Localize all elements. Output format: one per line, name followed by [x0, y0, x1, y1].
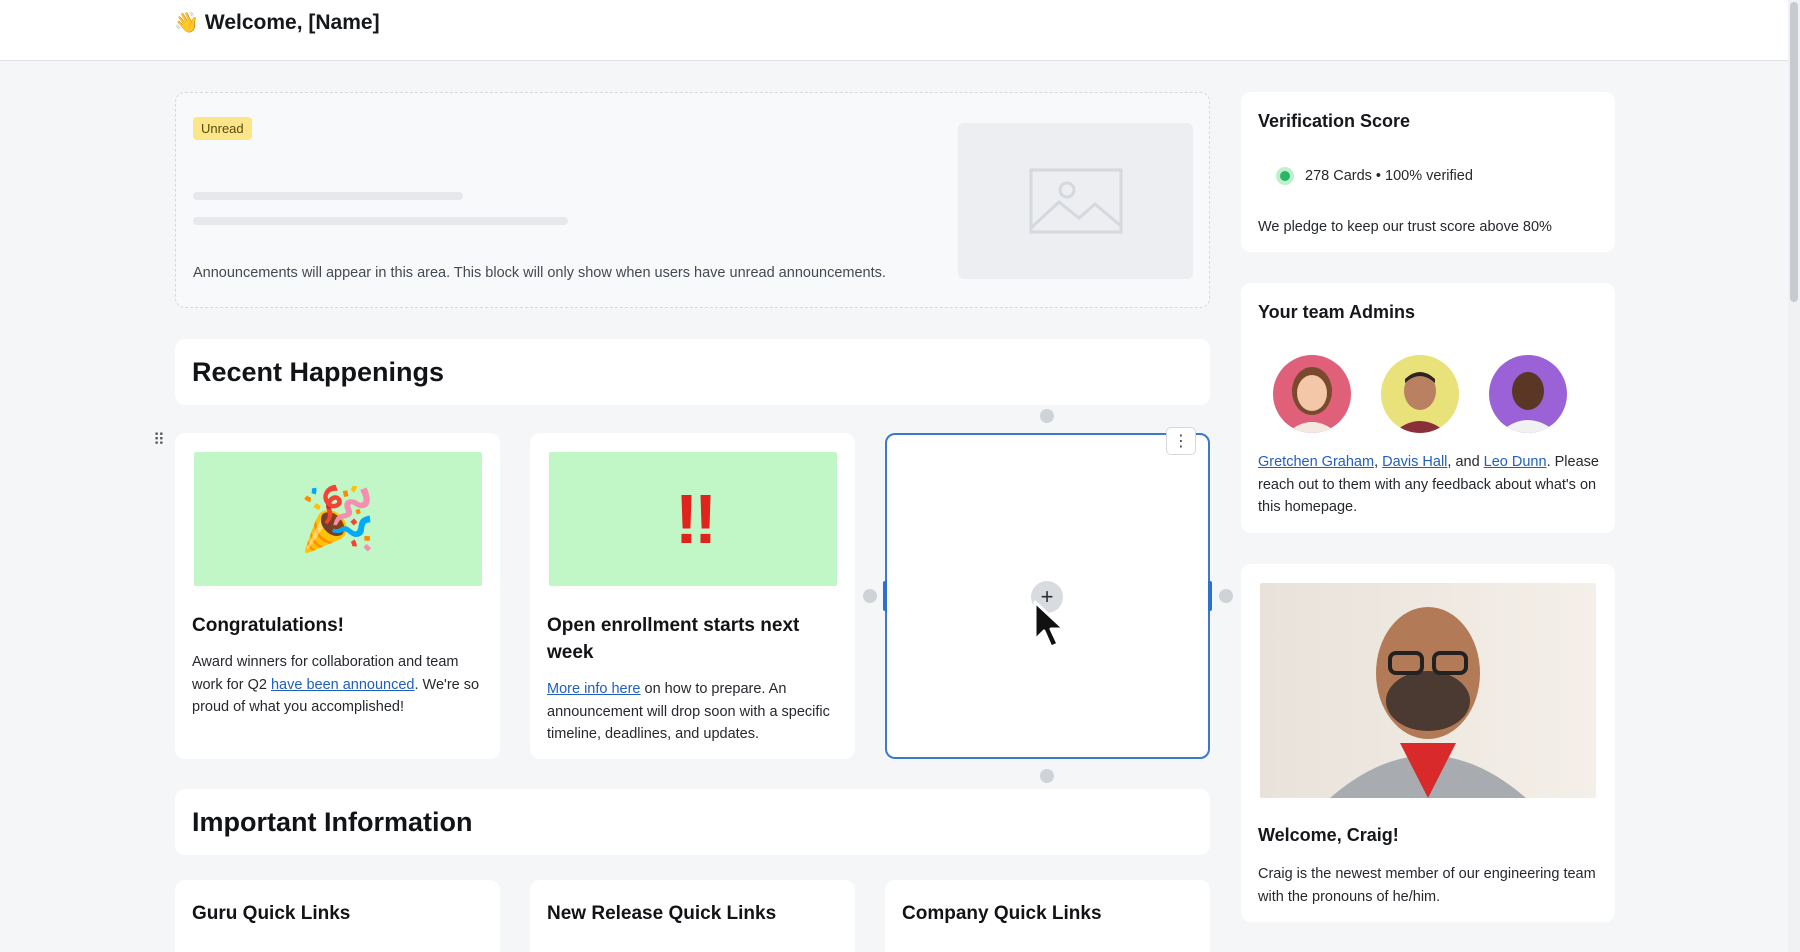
admins-description: Gretchen Graham, Davis Hall, and Leo Dun… — [1258, 454, 1599, 515]
card-title: Your team Admins — [1258, 302, 1416, 322]
more-info-link[interactable]: More info here — [547, 681, 641, 697]
card-body: More info here on how to prepare. An ann… — [547, 681, 830, 742]
trust-pledge: We pledge to keep our trust score above … — [1258, 219, 1552, 235]
resize-bar-left[interactable] — [883, 581, 887, 611]
party-popper-icon: 🎉 — [194, 452, 482, 586]
resize-bar-right[interactable] — [1208, 581, 1212, 611]
recent-happenings-header: Recent Happenings — [175, 339, 1210, 405]
resize-handle-bottom[interactable] — [1040, 769, 1054, 783]
resize-handle-left[interactable] — [863, 589, 877, 603]
card-title: Congratulations! — [192, 615, 344, 636]
avatar-gretchen-graham[interactable] — [1273, 355, 1351, 433]
skeleton-line — [193, 192, 463, 200]
scrollbar-thumb[interactable] — [1790, 2, 1798, 302]
section-title: Important Information — [192, 807, 473, 837]
waving-hand-icon: 👋 — [174, 12, 199, 34]
page-title-text: Welcome, [Name] — [204, 10, 380, 34]
card-title: Welcome, Craig! — [1258, 825, 1399, 845]
section-title: Recent Happenings — [192, 357, 445, 387]
unread-badge: Unread — [193, 117, 252, 140]
welcome-new-member-card: Welcome, Craig! Craig is the newest memb… — [1241, 564, 1615, 922]
card-title: New Release Quick Links — [547, 903, 777, 924]
admin-link-leo-dunn[interactable]: Leo Dunn — [1484, 454, 1547, 470]
announcement-note: Announcements will appear in this area. … — [193, 265, 886, 281]
admin-link-gretchen-graham[interactable]: Gretchen Graham — [1258, 454, 1374, 470]
avatar-leo-dunn[interactable] — [1489, 355, 1567, 433]
quick-links-card[interactable]: Guru Quick Links — [175, 880, 500, 952]
card-body: Award winners for collaboration and team… — [192, 654, 480, 715]
happening-card[interactable]: 🎉 Congratulations! Award winners for col… — [175, 433, 500, 759]
craig-photo — [1260, 583, 1596, 798]
quick-links-card[interactable]: Company Quick Links — [885, 880, 1210, 952]
scrollbar[interactable] — [1788, 0, 1800, 952]
card-title: Company Quick Links — [902, 903, 1102, 924]
empty-card-slot[interactable]: ⋮ + — [885, 427, 1210, 759]
skeleton-line — [193, 217, 568, 225]
top-bar: 👋 Welcome, [Name] — [0, 0, 1800, 61]
verification-status: 278 Cards • 100% verified — [1305, 168, 1473, 184]
welcome-body: Craig is the newest member of our engine… — [1258, 866, 1596, 905]
mouse-cursor-icon — [1032, 600, 1068, 657]
drag-handle-icon[interactable]: ⠿ — [153, 430, 165, 450]
image-placeholder-icon — [958, 123, 1193, 279]
happening-card[interactable]: ‼ Open enrollment starts next week More … — [530, 433, 855, 759]
more-options-icon[interactable]: ⋮ — [1166, 427, 1196, 455]
admin-link-davis-hall[interactable]: Davis Hall — [1382, 454, 1447, 470]
announced-link[interactable]: have been announced — [271, 677, 415, 693]
announcement-block[interactable]: Unread Announcements will appear in this… — [175, 92, 1210, 308]
team-admins-card: Your team Admins Gretchen Graham, Davis … — [1241, 283, 1615, 533]
avatar-davis-hall[interactable] — [1381, 355, 1459, 433]
double-exclamation-icon: ‼ — [549, 452, 837, 586]
page-title: 👋 Welcome, [Name] — [174, 10, 380, 35]
quick-links-card[interactable]: New Release Quick Links — [530, 880, 855, 952]
verification-score-card: Verification Score 278 Cards • 100% veri… — [1241, 92, 1615, 252]
verified-status-icon — [1276, 167, 1294, 185]
card-title: Verification Score — [1258, 111, 1411, 131]
card-title: Open enrollment starts next week — [547, 615, 800, 663]
resize-handle-top[interactable] — [1040, 409, 1054, 423]
important-information-header: Important Information — [175, 789, 1210, 855]
card-title: Guru Quick Links — [192, 903, 351, 924]
resize-handle-right[interactable] — [1219, 589, 1233, 603]
